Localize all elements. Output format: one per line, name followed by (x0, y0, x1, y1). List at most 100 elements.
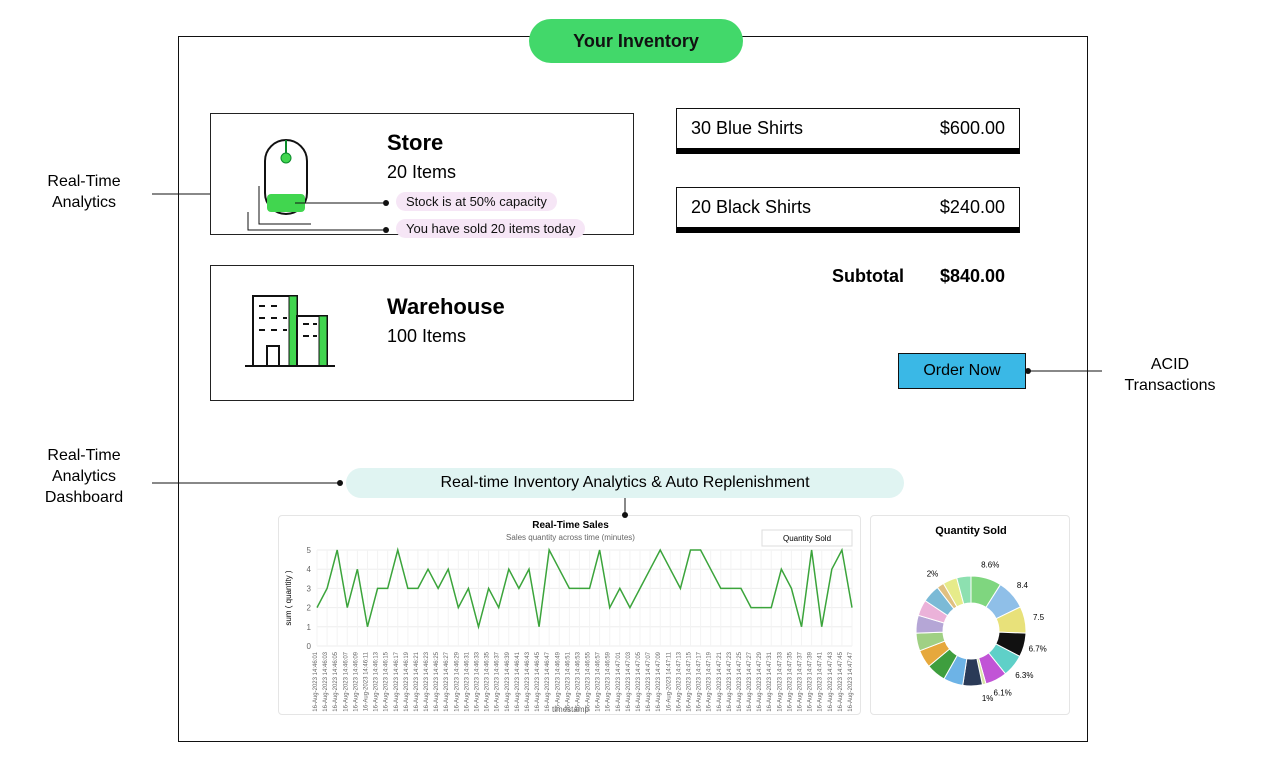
tag-icon (231, 128, 351, 223)
svg-text:2%: 2% (927, 570, 939, 579)
svg-text:16-Aug-2023 14:47:25: 16-Aug-2023 14:47:25 (737, 651, 743, 711)
svg-text:16-Aug-2023 14:46:11: 16-Aug-2023 14:46:11 (363, 651, 369, 711)
cart-line-1-label: 30 Blue Shirts (691, 118, 803, 139)
svg-text:16-Aug-2023 14:46:31: 16-Aug-2023 14:46:31 (464, 651, 470, 711)
svg-text:16-Aug-2023 14:46:07: 16-Aug-2023 14:46:07 (343, 651, 349, 711)
svg-text:16-Aug-2023 14:46:25: 16-Aug-2023 14:46:25 (434, 651, 440, 711)
svg-text:16-Aug-2023 14:47:07: 16-Aug-2023 14:47:07 (646, 651, 652, 711)
svg-text:16-Aug-2023 14:46:57: 16-Aug-2023 14:46:57 (596, 651, 602, 711)
cart-line-2-price: $240.00 (940, 197, 1005, 218)
svg-text:Quantity Sold: Quantity Sold (783, 534, 831, 543)
svg-text:16-Aug-2023 14:47:21: 16-Aug-2023 14:47:21 (717, 651, 723, 711)
svg-text:6.7%: 6.7% (1029, 645, 1047, 654)
cart-line-2: 20 Black Shirts $240.00 (676, 187, 1020, 233)
svg-text:16-Aug-2023 14:47:09: 16-Aug-2023 14:47:09 (656, 651, 662, 711)
callout-analytics-dashboard: Real-TimeAnalyticsDashboard (18, 446, 150, 508)
svg-text:6.3%: 6.3% (1015, 671, 1033, 680)
svg-text:16-Aug-2023 14:47:27: 16-Aug-2023 14:47:27 (747, 651, 753, 711)
svg-text:7.5: 7.5 (1033, 613, 1045, 622)
svg-text:16-Aug-2023 14:46:21: 16-Aug-2023 14:46:21 (414, 651, 420, 711)
svg-text:Real-Time Sales: Real-Time Sales (532, 520, 609, 531)
cart-line-1-price: $600.00 (940, 118, 1005, 139)
svg-text:4: 4 (307, 565, 312, 574)
svg-text:16-Aug-2023 14:47:47: 16-Aug-2023 14:47:47 (848, 651, 854, 711)
svg-text:8.4: 8.4 (1017, 581, 1029, 590)
svg-text:16-Aug-2023 14:47:37: 16-Aug-2023 14:47:37 (798, 651, 804, 711)
svg-text:16-Aug-2023 14:47:11: 16-Aug-2023 14:47:11 (666, 651, 672, 711)
svg-text:16-Aug-2023 14:46:59: 16-Aug-2023 14:46:59 (606, 651, 612, 711)
svg-text:16-Aug-2023 14:46:51: 16-Aug-2023 14:46:51 (565, 651, 571, 711)
svg-text:16-Aug-2023 14:46:53: 16-Aug-2023 14:46:53 (575, 651, 581, 711)
svg-text:16-Aug-2023 14:46:47: 16-Aug-2023 14:46:47 (545, 651, 551, 711)
svg-text:16-Aug-2023 14:46:45: 16-Aug-2023 14:46:45 (535, 651, 541, 711)
pill-dot-2 (383, 227, 389, 233)
svg-text:Sales quantity across time (mi: Sales quantity across time (minutes) (506, 533, 635, 542)
svg-text:8.6%: 8.6% (981, 561, 999, 570)
svg-text:16-Aug-2023 14:46:39: 16-Aug-2023 14:46:39 (505, 651, 511, 711)
svg-text:16-Aug-2023 14:46:03: 16-Aug-2023 14:46:03 (323, 651, 329, 711)
svg-text:1: 1 (307, 623, 312, 632)
svg-text:16-Aug-2023 14:46:37: 16-Aug-2023 14:46:37 (495, 651, 501, 711)
svg-text:16-Aug-2023 14:47:41: 16-Aug-2023 14:47:41 (818, 651, 824, 711)
cart-line-1: 30 Blue Shirts $600.00 (676, 108, 1020, 154)
svg-text:16-Aug-2023 14:46:41: 16-Aug-2023 14:46:41 (515, 651, 521, 711)
svg-text:16-Aug-2023 14:47:03: 16-Aug-2023 14:47:03 (626, 651, 632, 711)
callout-realtime-analytics: Real-TimeAnalytics (18, 172, 150, 214)
svg-text:5: 5 (307, 546, 312, 555)
svg-text:16-Aug-2023 14:47:23: 16-Aug-2023 14:47:23 (727, 651, 733, 711)
subtotal-value: $840.00 (940, 266, 1005, 287)
svg-text:16-Aug-2023 14:46:19: 16-Aug-2023 14:46:19 (404, 651, 410, 711)
svg-text:16-Aug-2023 14:46:49: 16-Aug-2023 14:46:49 (555, 651, 561, 711)
store-card: Store 20 Items (210, 113, 634, 235)
svg-text:16-Aug-2023 14:46:05: 16-Aug-2023 14:46:05 (333, 651, 339, 711)
svg-text:16-Aug-2023 14:46:17: 16-Aug-2023 14:46:17 (394, 651, 400, 711)
svg-text:16-Aug-2023 14:47:13: 16-Aug-2023 14:47:13 (676, 651, 682, 711)
quantity-sold-donut: Quantity Sold 8.6% 8.4 7.5 6.7% 6.3%6.1%1% 2% (870, 515, 1070, 715)
svg-text:16-Aug-2023 14:46:43: 16-Aug-2023 14:46:43 (525, 651, 531, 711)
svg-text:16-Aug-2023 14:46:55: 16-Aug-2023 14:46:55 (586, 651, 592, 711)
svg-text:16-Aug-2023 14:46:23: 16-Aug-2023 14:46:23 (424, 651, 430, 711)
pill-dot-1 (383, 200, 389, 206)
svg-text:16-Aug-2023 14:47:05: 16-Aug-2023 14:47:05 (636, 651, 642, 711)
svg-text:16-Aug-2023 14:46:01: 16-Aug-2023 14:46:01 (313, 651, 319, 711)
svg-text:3: 3 (307, 584, 312, 593)
svg-text:16-Aug-2023 14:46:13: 16-Aug-2023 14:46:13 (374, 651, 380, 711)
store-pill-sold: You have sold 20 items today (396, 219, 585, 238)
callout-acid-transactions: ACIDTransactions (1110, 355, 1230, 397)
analytics-chip: Real-time Inventory Analytics & Auto Rep… (346, 468, 904, 498)
svg-text:16-Aug-2023 14:47:17: 16-Aug-2023 14:47:17 (697, 651, 703, 711)
svg-text:2: 2 (307, 604, 312, 613)
svg-text:16-Aug-2023 14:46:27: 16-Aug-2023 14:46:27 (444, 651, 450, 711)
svg-text:16-Aug-2023 14:46:35: 16-Aug-2023 14:46:35 (485, 651, 491, 711)
svg-text:16-Aug-2023 14:46:33: 16-Aug-2023 14:46:33 (475, 651, 481, 711)
store-item-count: 20 Items (387, 162, 456, 183)
realtime-sales-chart: 0 1 2 3 4 5 Real-Time Sales Sales quantity acro… (278, 515, 861, 715)
warehouse-item-count: 100 Items (387, 326, 505, 347)
page-title-chip: Your Inventory (529, 19, 743, 63)
building-icon (231, 288, 351, 383)
svg-text:16-Aug-2023 14:47:31: 16-Aug-2023 14:47:31 (767, 651, 773, 711)
warehouse-title: Warehouse (387, 294, 505, 320)
svg-text:16-Aug-2023 14:47:45: 16-Aug-2023 14:47:45 (838, 651, 844, 711)
svg-text:16-Aug-2023 14:47:29: 16-Aug-2023 14:47:29 (757, 651, 763, 711)
store-title: Store (387, 130, 456, 156)
svg-text:16-Aug-2023 14:47:15: 16-Aug-2023 14:47:15 (686, 651, 692, 711)
warehouse-card: Warehouse 100 Items (210, 265, 634, 401)
svg-text:16-Aug-2023 14:47:33: 16-Aug-2023 14:47:33 (777, 651, 783, 711)
svg-text:0: 0 (307, 642, 312, 651)
svg-text:16-Aug-2023 14:47:35: 16-Aug-2023 14:47:35 (787, 651, 793, 711)
svg-text:Quantity Sold: Quantity Sold (935, 525, 1007, 537)
svg-text:16-Aug-2023 14:46:09: 16-Aug-2023 14:46:09 (353, 651, 359, 711)
svg-text:1%: 1% (982, 694, 994, 703)
order-now-button[interactable]: Order Now (898, 353, 1026, 389)
svg-text:16-Aug-2023 14:46:15: 16-Aug-2023 14:46:15 (384, 651, 390, 711)
svg-text:16-Aug-2023 14:47:43: 16-Aug-2023 14:47:43 (828, 651, 834, 711)
svg-text:16-Aug-2023 14:47:19: 16-Aug-2023 14:47:19 (707, 651, 713, 711)
store-pill-stock: Stock is at 50% capacity (396, 192, 557, 211)
svg-text:6.1%: 6.1% (994, 688, 1012, 697)
subtotal-label: Subtotal (832, 266, 904, 287)
svg-text:16-Aug-2023 14:47:01: 16-Aug-2023 14:47:01 (616, 651, 622, 711)
svg-text:timestamp: timestamp (552, 705, 589, 714)
svg-text:16-Aug-2023 14:47:39: 16-Aug-2023 14:47:39 (808, 651, 814, 711)
svg-text:16-Aug-2023 14:46:29: 16-Aug-2023 14:46:29 (454, 651, 460, 711)
